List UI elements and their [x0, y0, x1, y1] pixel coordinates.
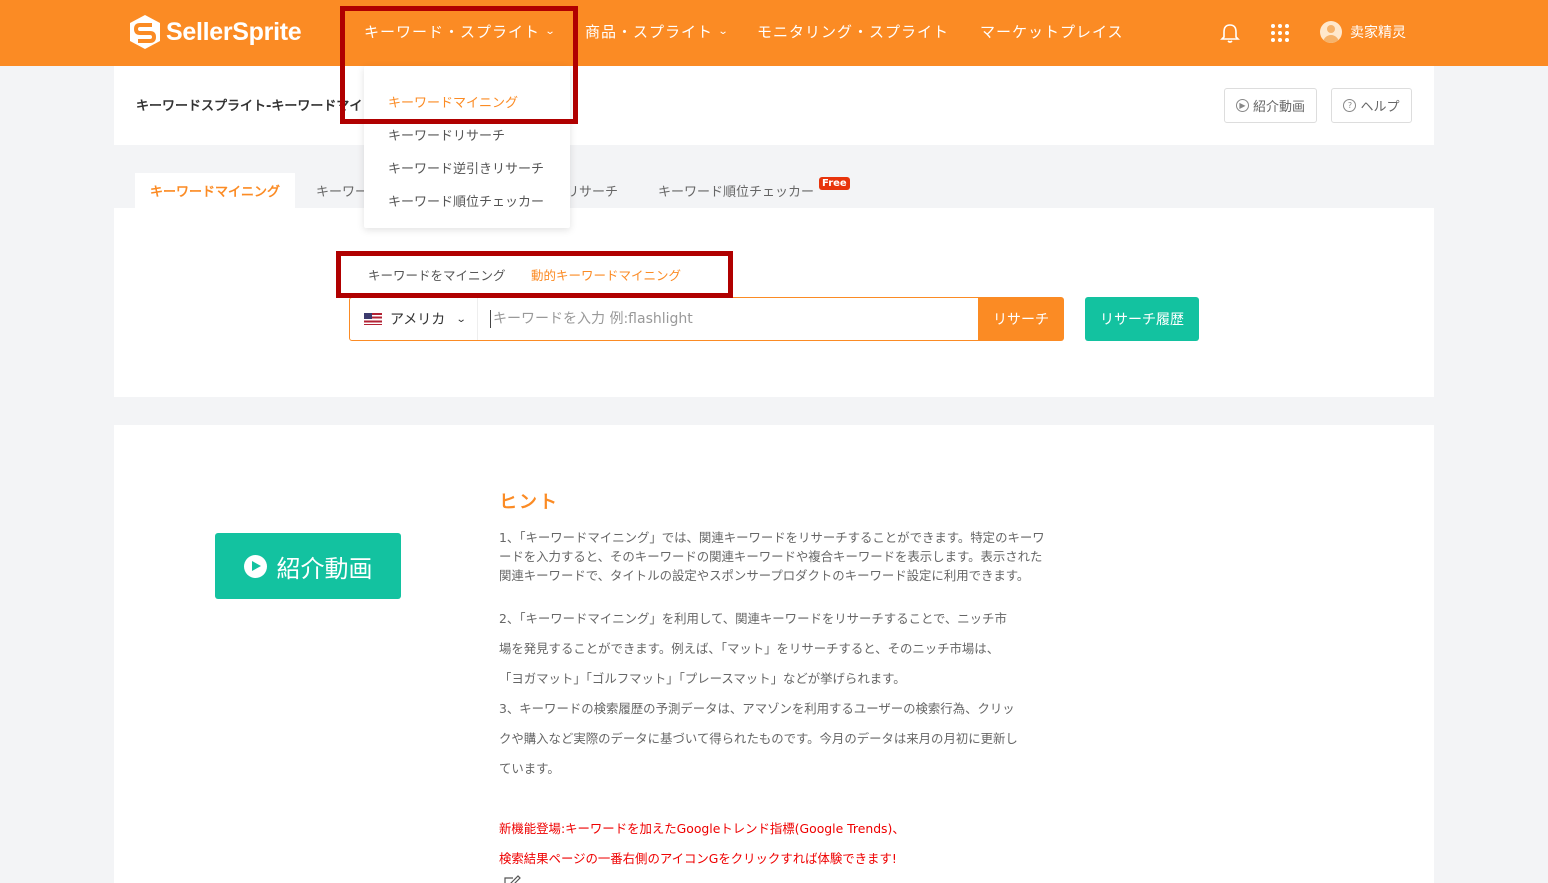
tab-rank-checker[interactable]: キーワード順位チェッカー [658, 173, 818, 208]
hint-2-line-2: 場を発見することができます。例えば、「マット」をリサーチすると、そのニッチ市場は… [499, 641, 1000, 656]
search-button[interactable]: リサーチ [978, 297, 1064, 341]
play-icon [243, 554, 267, 578]
nav-marketplace[interactable]: マーケットプレイス [980, 21, 1124, 42]
bell-icon[interactable] [1219, 22, 1241, 44]
free-badge: Free [819, 177, 850, 190]
tab-label: キーワードマイニング [149, 185, 280, 200]
hint-3-line-3: ています。 [499, 761, 560, 776]
new-feature-line-2: 検索結果ページの一番右側のアイコンGをクリックすれば体験できます! [499, 851, 897, 866]
tab-keyword-research[interactable]: キーワー [316, 173, 369, 208]
us-flag-icon [364, 313, 382, 325]
user-menu[interactable]: 卖家精灵 [1320, 21, 1406, 43]
search-history-button[interactable]: リサーチ履歴 [1085, 297, 1199, 341]
hint-2-line-1: 2、「キーワードマイニング」を利用して、関連キーワードをリサーチすることで、ニッ… [499, 611, 1007, 626]
tab-label: キーワード順位チェッカー [658, 185, 815, 200]
chevron-down-icon: ⌄ [717, 26, 730, 37]
dropdown-item-reverse-research[interactable]: キーワード逆引きリサーチ [388, 158, 544, 177]
play-circle-icon: ▶ [1235, 99, 1249, 112]
page-header: キーワードスプライト-キーワードマイ ▶ 紹介動画 ? ヘルプ [114, 66, 1434, 145]
video-button-label: 紹介動画 [276, 554, 373, 583]
sellersprite-logo[interactable]: SellerSprite [128, 14, 302, 50]
help-button[interactable]: ? ヘルプ [1331, 88, 1412, 123]
tab-label: キーワー [316, 185, 369, 200]
keyword-input[interactable] [490, 310, 970, 328]
intro-video-button[interactable]: ▶ 紹介動画 [1224, 88, 1317, 123]
hint-title: ヒント [499, 492, 559, 513]
avatar [1320, 21, 1342, 43]
breadcrumb: キーワードスプライト-キーワードマイ [136, 99, 363, 114]
nav-label: 商品・スプライト [585, 23, 714, 41]
dropdown-item-rank-checker[interactable]: キーワード順位チェッカー [388, 191, 544, 210]
intro-video-large-button[interactable]: 紹介動画 [215, 533, 401, 599]
annotation-box-mode-tabs [336, 251, 733, 298]
question-circle-icon: ? [1343, 99, 1357, 112]
nav-monitoring-sprite[interactable]: モニタリング・スプライト [757, 21, 949, 42]
tab-keyword-mining[interactable]: キーワードマイニング [135, 173, 295, 208]
edit-icon[interactable] [503, 874, 521, 883]
hint-3-line-2: クや購入など実際のデータに基づいて得られたものです。今月のデータは来月の月初に更… [499, 731, 1018, 746]
intro-video-label: 紹介動画 [1252, 100, 1305, 115]
tab-label: リサーチ [566, 185, 619, 200]
hint-3-line-1: 3、キーワードの検索履歴の予測データは、アマゾンを利用するユーザーの検索行為、ク… [499, 701, 1015, 716]
hint-paragraph-1: 1、「キーワードマイニング」では、関連キーワードをリサーチすることができます。特… [499, 530, 1045, 583]
help-label: ヘルプ [1360, 100, 1400, 115]
hint-2-line-3: 「ヨガマット」「ゴルフマット」「プレースマット」などが挙げられます。 [499, 671, 906, 686]
search-box: アメリカ ⌄ [349, 297, 979, 341]
logo-text: SellerSprite [166, 17, 302, 46]
top-nav-bar: SellerSprite キーワード・スプライト ⌄ 商品・スプライト ⌄ モニタリ… [0, 0, 1548, 66]
new-feature-line-1: 新機能登場:キーワードを加えたGoogleトレンド指標(Google Trend… [499, 821, 905, 836]
nav-product-sprite[interactable]: 商品・スプライト ⌄ [585, 21, 728, 42]
apps-grid-icon[interactable] [1269, 22, 1291, 44]
user-name: 卖家精灵 [1350, 25, 1406, 41]
chevron-down-icon: ⌄ [456, 313, 467, 325]
tab-reverse-research[interactable]: リサーチ [566, 173, 626, 208]
nav-label: マーケットプレイス [980, 23, 1124, 41]
annotation-box-nav-dropdown [340, 6, 578, 124]
country-label: アメリカ [390, 312, 446, 328]
dropdown-item-keyword-research[interactable]: キーワードリサーチ [388, 125, 505, 144]
country-select[interactable]: アメリカ ⌄ [350, 298, 478, 340]
nav-label: モニタリング・スプライト [757, 23, 950, 41]
logo-icon [130, 15, 160, 49]
